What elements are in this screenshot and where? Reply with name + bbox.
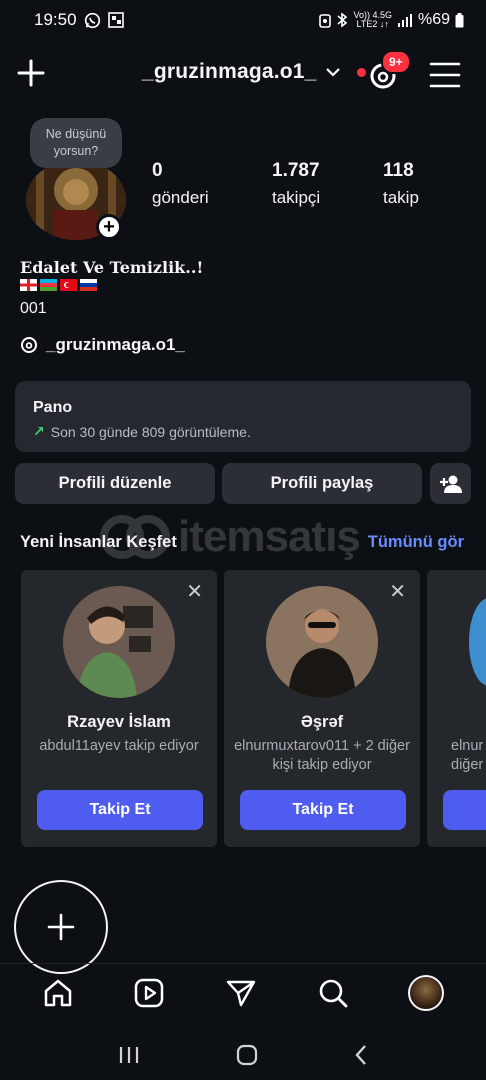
suggestion-context: abdul11ayev takip ediyor	[39, 738, 199, 754]
battery-percent: %69	[417, 11, 450, 28]
suggestion-avatar[interactable]	[63, 586, 175, 698]
battery-icon	[455, 12, 464, 27]
account-switcher[interactable]: _gruzinmaga.o1_	[142, 60, 366, 84]
network-indicator: Vo)) 4.5G LTE2 ↓↑	[353, 11, 392, 29]
stat-followers-label: takipçi	[272, 188, 321, 207]
home-button-icon[interactable]	[236, 1044, 258, 1066]
bio-line: 001	[20, 300, 47, 317]
edit-profile-button[interactable]: Profili düzenle	[15, 463, 215, 504]
dashboard-title: Pano	[33, 399, 73, 416]
gallery-icon	[107, 12, 124, 28]
suggestion-card[interactable]: ✕ Rzayev İslam abdul11ayev takip ediyor …	[21, 570, 217, 847]
stat-posts[interactable]: 0 gönderi	[152, 160, 209, 208]
professional-dashboard[interactable]: Pano ↗ Son 30 günde 809 görüntüleme.	[15, 381, 471, 452]
status-bar: 19:50 Vo)) 4.5G LTE2 ↓↑ %69	[0, 0, 486, 40]
georgia-flag-icon	[20, 279, 37, 291]
whatsapp-icon	[84, 12, 100, 28]
stat-posts-label: gönderi	[152, 188, 209, 207]
stat-following-value: 118	[383, 160, 414, 181]
status-left: 19:50	[34, 10, 124, 30]
chevron-down-icon	[325, 68, 340, 77]
suggestion-name: Əşrəf	[300, 713, 344, 731]
signal-icon	[397, 14, 412, 27]
russia-flag-icon	[80, 279, 97, 291]
person-photo	[63, 586, 175, 698]
profile-header: _gruzinmaga.o1_ 9+	[0, 50, 486, 102]
notification-badge: 9+	[381, 50, 411, 74]
share-profile-button[interactable]: Profili paylaş	[222, 463, 422, 504]
status-right: Vo)) 4.5G LTE2 ↓↑ %69	[319, 11, 464, 29]
reels-icon[interactable]	[133, 977, 165, 1009]
stat-following-label: takip	[383, 188, 419, 207]
send-icon[interactable]	[225, 977, 257, 1009]
dashboard-subtitle-row: ↗ Son 30 günde 809 görüntüleme.	[33, 423, 453, 440]
stat-following[interactable]: 118 takip	[383, 160, 419, 208]
see-all-link[interactable]: Tümünü gör	[368, 533, 464, 552]
recent-apps-icon[interactable]	[118, 1045, 140, 1065]
search-icon[interactable]	[317, 977, 349, 1009]
profile-tab-avatar[interactable]	[408, 974, 445, 1011]
threads-profile-link[interactable]: _gruzinmaga.o1_	[20, 335, 185, 355]
dashboard-subtitle: Son 30 günde 809 görüntüleme.	[50, 423, 251, 440]
system-navigation	[0, 1030, 486, 1080]
close-icon[interactable]: ✕	[186, 582, 203, 602]
close-icon[interactable]: ✕	[389, 582, 406, 602]
stat-followers[interactable]: 1.787 takipçi	[272, 160, 320, 208]
back-icon[interactable]	[354, 1044, 368, 1066]
person-photo	[266, 586, 378, 698]
bluetooth-icon	[337, 12, 348, 28]
suggestion-avatar[interactable]	[266, 586, 378, 698]
create-plus-icon[interactable]	[14, 56, 48, 90]
azerbaijan-flag-icon	[40, 279, 57, 291]
suggestion-avatar-partial	[469, 598, 486, 686]
suggestion-card-partial[interactable]: elnur diğer	[427, 570, 486, 847]
bottom-navigation	[0, 963, 486, 1021]
network-bottom: LTE2 ↓↑	[356, 19, 389, 29]
threads-small-icon	[21, 337, 37, 353]
suggestion-card[interactable]: ✕ Əşrəf elnurmuxtarov011 + 2 diğer kişi …	[224, 570, 420, 847]
trend-up-icon: ↗	[33, 423, 45, 439]
add-person-icon	[439, 475, 462, 493]
plus-icon	[47, 913, 75, 941]
stat-posts-value: 0	[152, 160, 163, 181]
header-username: _gruzinmaga.o1_	[142, 60, 317, 83]
note-bubble[interactable]: Ne düşünü yorsun?	[30, 118, 122, 168]
suggestion-name: Rzayev İslam	[67, 713, 171, 731]
follow-button-partial[interactable]	[443, 790, 486, 830]
hamburger-menu-icon[interactable]	[428, 60, 462, 90]
discover-people-button[interactable]	[430, 463, 471, 504]
home-icon[interactable]	[42, 977, 74, 1009]
watermark-text: itemsatış	[178, 512, 361, 561]
suggestion-context-partial: elnur diğer	[451, 738, 484, 773]
suggestion-context: elnurmuxtarov011 + 2 diğer kişi takip ed…	[234, 738, 410, 773]
add-story-plus-icon[interactable]: +	[96, 214, 122, 240]
follow-button[interactable]: Takip Et	[240, 790, 406, 830]
turkey-flag-icon	[60, 279, 77, 291]
alarm-icon	[319, 13, 332, 28]
discover-title: Yeni İnsanlar Keşfet	[20, 533, 177, 551]
bio-name: Edalet Ve Temizlik..!	[20, 258, 204, 277]
unread-dot	[356, 67, 366, 77]
bio-flags	[20, 279, 97, 291]
threads-handle: _gruzinmaga.o1_	[46, 335, 185, 354]
status-time: 19:50	[34, 10, 77, 29]
floating-create-button[interactable]	[14, 880, 108, 974]
follow-button[interactable]: Takip Et	[37, 790, 203, 830]
stat-followers-value: 1.787	[272, 160, 320, 181]
